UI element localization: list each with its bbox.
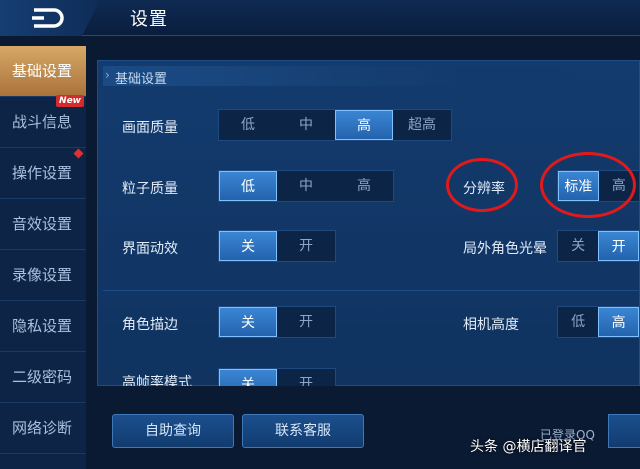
particle-option-medium[interactable]: 中 [277, 171, 335, 201]
sidebar-item-control-settings[interactable]: 操作设置 [0, 148, 86, 199]
outline-toggle: 关 开 [218, 306, 336, 338]
sidebar-item-label: 网络诊断 [12, 419, 73, 437]
new-badge: New [56, 95, 84, 107]
halo-toggle: 关 开 [557, 230, 640, 262]
sidebar-item-label: 隐私设置 [12, 317, 73, 335]
quality-option-high[interactable]: 高 [335, 110, 393, 140]
section-header: › 基础设置 [103, 66, 640, 87]
quality-option-ultra[interactable]: 超高 [393, 110, 451, 140]
hfr-row-clip: 高帧率模式 关 开 [103, 360, 640, 386]
section-divider [103, 290, 640, 291]
page-title: 设置 [130, 9, 168, 30]
particle-option-high[interactable]: 高 [335, 171, 393, 201]
sidebar-item-replay-settings[interactable]: 录像设置 [0, 250, 86, 301]
halo-label: 局外角色光晕 [463, 241, 547, 257]
ui-animation-toggle: 关 开 [218, 230, 336, 262]
sidebar-item-secondary-password[interactable]: 二级密码 [0, 352, 86, 403]
hfr-option-off[interactable]: 关 [219, 369, 277, 386]
camera-height-selector: 低 高 [557, 306, 640, 338]
sidebar: 基础设置 战斗信息 New 操作设置 音效设置 录像设置 隐私设置 二级密码 网… [0, 46, 86, 469]
outline-option-on[interactable]: 开 [277, 307, 335, 337]
chevron-right-icon: › [105, 68, 110, 82]
self-help-button[interactable]: 自助查询 [112, 414, 234, 448]
halo-option-on[interactable]: 开 [598, 231, 639, 261]
quality-option-low[interactable]: 低 [219, 110, 277, 140]
camera-height-label: 相机高度 [463, 317, 519, 333]
outline-label: 角色描边 [122, 317, 178, 333]
sidebar-item-label: 录像设置 [12, 266, 73, 284]
hfr-toggle: 关 开 [218, 368, 336, 386]
back-arrow-icon [32, 8, 64, 28]
sidebar-item-label: 基础设置 [12, 62, 73, 80]
quality-option-medium[interactable]: 中 [277, 110, 335, 140]
highlight-circle-resolution-option [540, 152, 636, 218]
watermark: 头条 @横店翻译官 [470, 439, 587, 455]
sidebar-item-basic-settings[interactable]: 基础设置 [0, 46, 86, 97]
sidebar-item-label: 战斗信息 [12, 113, 73, 131]
hfr-option-on[interactable]: 开 [277, 369, 335, 386]
particle-option-low[interactable]: 低 [219, 171, 277, 201]
quality-selector: 低 中 高 超高 [218, 109, 452, 141]
halo-option-off[interactable]: 关 [558, 231, 598, 261]
camera-option-low[interactable]: 低 [558, 307, 598, 337]
sidebar-item-battle-info[interactable]: 战斗信息 New [0, 95, 86, 148]
ui-animation-option-off[interactable]: 关 [219, 231, 277, 261]
highlight-circle-resolution-label [446, 158, 518, 212]
camera-option-high[interactable]: 高 [598, 307, 639, 337]
back-button[interactable] [0, 0, 100, 36]
sidebar-item-label: 二级密码 [12, 368, 73, 386]
contact-support-button[interactable]: 联系客服 [242, 414, 364, 448]
section-title: 基础设置 [115, 72, 168, 87]
particle-label: 粒子质量 [122, 181, 178, 197]
ui-animation-option-on[interactable]: 开 [277, 231, 335, 261]
notification-dot [73, 148, 84, 159]
sidebar-item-privacy-settings[interactable]: 隐私设置 [0, 301, 86, 352]
outline-option-off[interactable]: 关 [219, 307, 277, 337]
sidebar-item-sound-settings[interactable]: 音效设置 [0, 199, 86, 250]
top-bar: 设置 [0, 0, 640, 36]
particle-selector: 低 中 高 [218, 170, 394, 202]
quality-label: 画面质量 [122, 120, 178, 136]
sidebar-item-label: 操作设置 [12, 164, 73, 182]
ui-animation-label: 界面动效 [122, 241, 178, 257]
hfr-label: 高帧率模式 [122, 375, 192, 386]
sidebar-item-network-diagnosis[interactable]: 网络诊断 [0, 403, 86, 454]
logout-button[interactable] [608, 414, 640, 448]
sidebar-item-label: 音效设置 [12, 215, 73, 233]
